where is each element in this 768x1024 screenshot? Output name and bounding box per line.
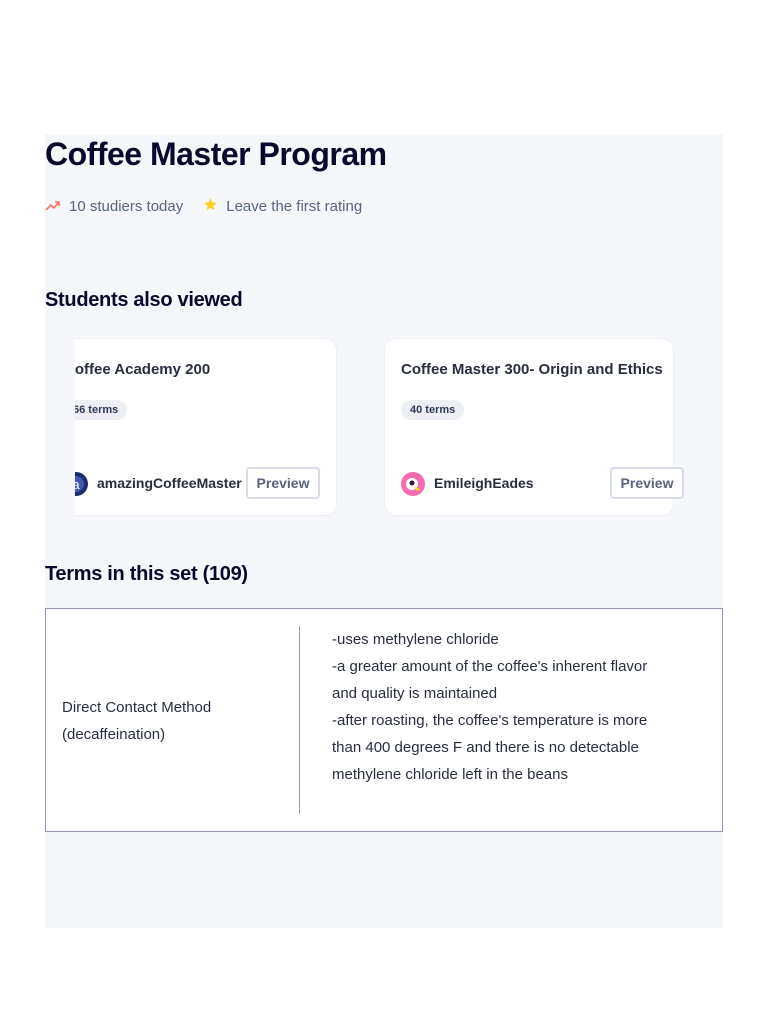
students-also-viewed-heading: Students also viewed — [45, 289, 243, 311]
term-divider — [299, 626, 300, 814]
avatar: a — [75, 472, 88, 496]
related-sets-carousel[interactable]: Coffee Academy 200 66 terms a amazingCof… — [75, 338, 693, 518]
terms-count-badge: 66 terms — [75, 400, 128, 420]
rating-prompt-text: Leave the first rating — [226, 197, 363, 215]
trending-up-icon — [45, 200, 61, 212]
star-icon — [203, 197, 218, 216]
creator-username[interactable]: amazingCoffeeMaster — [97, 475, 242, 491]
related-set-title[interactable]: Coffee Academy 200 — [75, 361, 326, 378]
preview-button[interactable]: Preview — [610, 467, 684, 499]
svg-text:a: a — [75, 477, 80, 492]
terms-count-badge: 40 terms — [401, 400, 465, 420]
related-set-title[interactable]: Coffee Master 300- Origin and Ethics — [401, 361, 663, 378]
rating-link[interactable]: Leave the first rating — [203, 197, 362, 216]
related-set-card[interactable]: Coffee Master 300- Origin and Ethics 40 … — [384, 338, 684, 516]
studiers-stat: 10 studiers today — [45, 198, 183, 215]
terms-section-heading: Terms in this set (109) — [45, 563, 248, 585]
term-card: Direct Contact Method (decaffeination) -… — [45, 608, 723, 832]
creator-username[interactable]: EmileighEades — [434, 475, 534, 491]
studiers-today-text: 10 studiers today — [69, 197, 184, 215]
set-stats: 10 studiers today Leave the first rating — [45, 195, 362, 217]
related-set-card[interactable]: Coffee Academy 200 66 terms a amazingCof… — [75, 338, 337, 516]
term-word: Direct Contact Method (decaffeination) — [62, 699, 212, 743]
avatar — [401, 472, 425, 496]
page-title: Coffee Master Program — [45, 136, 387, 172]
term-definition: -uses methylene chloride -a greater amou… — [332, 631, 648, 783]
preview-button[interactable]: Preview — [246, 467, 320, 499]
